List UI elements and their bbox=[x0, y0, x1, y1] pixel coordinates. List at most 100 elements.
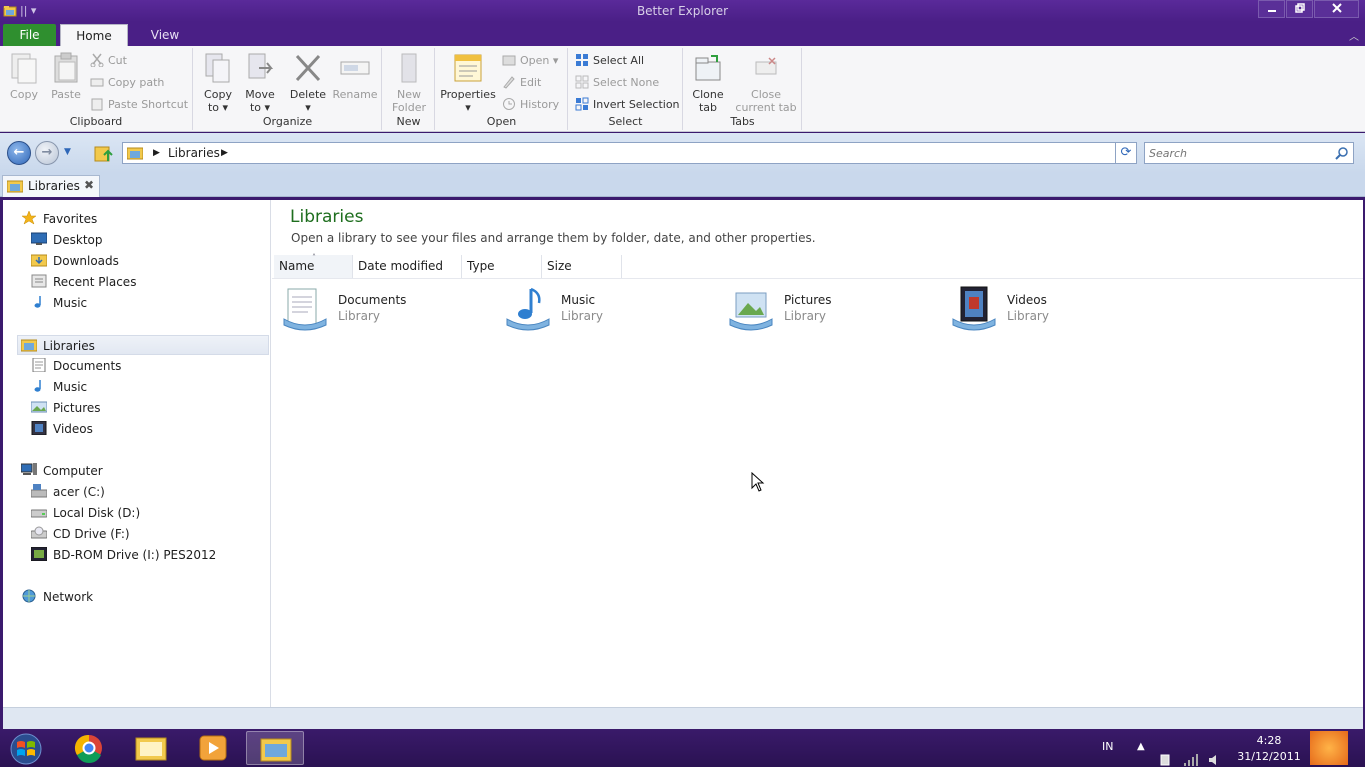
restore-button[interactable] bbox=[1286, 0, 1313, 18]
copy-button[interactable]: Copy bbox=[6, 52, 42, 101]
minimize-button[interactable] bbox=[1258, 0, 1285, 18]
column-header-name[interactable]: ˄ Name bbox=[274, 253, 353, 278]
nav-drive-d[interactable]: Local Disk (D:) bbox=[30, 503, 140, 523]
nav-drive-i[interactable]: BD-ROM Drive (I:) PES2012 bbox=[30, 545, 216, 565]
column-header-date-modified[interactable]: Date modified bbox=[353, 255, 462, 278]
nav-documents[interactable]: Documents bbox=[31, 356, 121, 376]
properties-button[interactable]: Properties ▾ bbox=[440, 52, 496, 114]
new-folder-label: New bbox=[397, 88, 421, 101]
library-music[interactable]: Music Library bbox=[501, 283, 716, 333]
group-clipboard: Copy Paste Cut Copy path Paste Shortcut … bbox=[0, 48, 193, 130]
cut-button[interactable]: Cut bbox=[90, 52, 127, 70]
nav-music-favorite[interactable]: Music bbox=[31, 293, 87, 313]
delete-x-icon bbox=[295, 54, 321, 82]
breadcrumb-libraries[interactable]: Libraries bbox=[168, 146, 220, 160]
column-header-size[interactable]: Size bbox=[542, 255, 622, 278]
library-documents-type: Library bbox=[338, 309, 380, 323]
nav-computer[interactable]: Computer bbox=[20, 461, 103, 481]
copy-to-icon bbox=[205, 53, 230, 83]
start-button-windows-icon[interactable] bbox=[6, 732, 46, 766]
nav-drive-c[interactable]: acer (C:) bbox=[30, 482, 105, 502]
clock-time: 4:28 bbox=[1256, 734, 1282, 747]
copy-path-button[interactable]: Copy path bbox=[90, 74, 164, 92]
close-tab-x-icon[interactable]: ✖ bbox=[84, 178, 94, 192]
nav-drive-f[interactable]: CD Drive (F:) bbox=[30, 524, 130, 544]
tab-home[interactable]: Home bbox=[60, 24, 128, 46]
select-group-label: Select bbox=[608, 115, 643, 128]
hard-disk-icon bbox=[30, 509, 48, 518]
copy-path-icon bbox=[90, 78, 104, 87]
power-plug-icon[interactable] bbox=[1158, 741, 1172, 767]
nav-favorites[interactable]: Favorites bbox=[21, 209, 97, 229]
tab-view[interactable]: View bbox=[130, 24, 200, 46]
nav-drive-f-label: CD Drive (F:) bbox=[53, 527, 130, 541]
breadcrumb-chevron-icon[interactable]: ▶ bbox=[221, 148, 228, 158]
library-videos[interactable]: Videos Library bbox=[947, 283, 1162, 333]
folder-icon bbox=[135, 737, 167, 761]
open-icon bbox=[502, 55, 516, 66]
copy-to-button[interactable]: Copy to ▾ bbox=[200, 52, 236, 114]
language-indicator[interactable]: IN bbox=[1102, 740, 1113, 767]
open-button[interactable]: Open ▾ bbox=[502, 52, 558, 70]
library-pictures[interactable]: Pictures Library bbox=[724, 283, 939, 333]
move-to-button[interactable]: Move to ▾ bbox=[242, 52, 278, 114]
paste-shortcut-button[interactable]: Paste Shortcut bbox=[90, 96, 188, 114]
nav-documents-label: Documents bbox=[53, 359, 122, 373]
history-button[interactable]: History bbox=[502, 96, 559, 114]
delete-button[interactable]: Delete ▾ bbox=[288, 52, 328, 114]
refresh-icon: ⟳ bbox=[1120, 145, 1132, 160]
select-all-button[interactable]: Select All bbox=[575, 52, 644, 70]
search-input[interactable] bbox=[1145, 143, 1325, 163]
paste-shortcut-label: Paste Shortcut bbox=[108, 98, 189, 111]
taskbar-clock[interactable]: 4:28 31/12/2011 bbox=[1236, 733, 1302, 765]
volume-icon[interactable] bbox=[1208, 741, 1222, 767]
taskbar-file-explorer[interactable] bbox=[122, 731, 180, 765]
search-icon[interactable] bbox=[1335, 146, 1349, 160]
select-none-button[interactable]: Select None bbox=[575, 74, 659, 92]
taskbar-chrome[interactable] bbox=[60, 731, 118, 765]
nav-desktop[interactable]: Desktop bbox=[30, 230, 103, 250]
music-library-icon bbox=[506, 287, 550, 331]
library-music-name: Music bbox=[561, 293, 596, 307]
close-icon bbox=[1331, 3, 1342, 13]
nav-network[interactable]: Network bbox=[21, 587, 93, 607]
tab-file[interactable]: File bbox=[3, 24, 56, 46]
close-tab-label-2: current tab bbox=[735, 101, 797, 114]
network-signal-icon[interactable] bbox=[1183, 741, 1199, 767]
paste-icon bbox=[54, 52, 78, 83]
close-window-button[interactable] bbox=[1314, 0, 1359, 18]
paste-button[interactable]: Paste bbox=[48, 52, 84, 101]
show-hidden-icons-icon[interactable]: ▲ bbox=[1137, 741, 1145, 767]
clone-tab-button[interactable]: Clone tab bbox=[688, 52, 728, 114]
rename-label: Rename bbox=[332, 88, 378, 101]
rename-button[interactable]: Rename bbox=[332, 52, 378, 101]
open-group-label: Open bbox=[486, 115, 517, 128]
forward-button[interactable]: → bbox=[35, 141, 59, 165]
up-folder-icon[interactable] bbox=[94, 143, 114, 163]
invert-selection-button[interactable]: Invert Selection bbox=[575, 96, 680, 114]
refresh-button[interactable]: ⟳ bbox=[1115, 142, 1137, 164]
edit-button[interactable]: Edit bbox=[502, 74, 541, 92]
show-desktop-button[interactable] bbox=[1310, 731, 1348, 765]
nav-libraries[interactable]: Libraries bbox=[17, 335, 269, 355]
tab-libraries-label: Libraries bbox=[28, 179, 80, 193]
breadcrumb-root-chevron-icon[interactable]: ▶ bbox=[153, 148, 160, 158]
history-dropdown-icon[interactable]: ▼ bbox=[64, 147, 71, 157]
minimize-ribbon-icon[interactable]: ︿ bbox=[1349, 28, 1359, 43]
close-current-tab-button[interactable]: Close current tab bbox=[734, 52, 798, 114]
nav-downloads[interactable]: Downloads bbox=[30, 251, 119, 271]
library-documents[interactable]: Documents Library bbox=[278, 283, 493, 333]
ribbon: Copy Paste Cut Copy path Paste Shortcut … bbox=[0, 46, 1365, 132]
taskbar-better-explorer[interactable] bbox=[246, 731, 304, 765]
nav-recent-places[interactable]: Recent Places bbox=[31, 272, 136, 292]
back-button[interactable]: ← bbox=[7, 141, 31, 165]
taskbar-media-player[interactable] bbox=[184, 731, 242, 765]
better-explorer-icon bbox=[260, 738, 292, 762]
nav-videos[interactable]: Videos bbox=[31, 419, 93, 439]
address-box[interactable]: ▶ Libraries ▶ bbox=[122, 142, 1116, 164]
tab-libraries[interactable]: Libraries ✖ bbox=[2, 175, 100, 197]
nav-pictures[interactable]: Pictures bbox=[30, 398, 101, 418]
new-folder-button[interactable]: New Folder bbox=[389, 52, 429, 114]
column-header-type[interactable]: Type bbox=[462, 255, 542, 278]
nav-music[interactable]: Music bbox=[31, 377, 87, 397]
